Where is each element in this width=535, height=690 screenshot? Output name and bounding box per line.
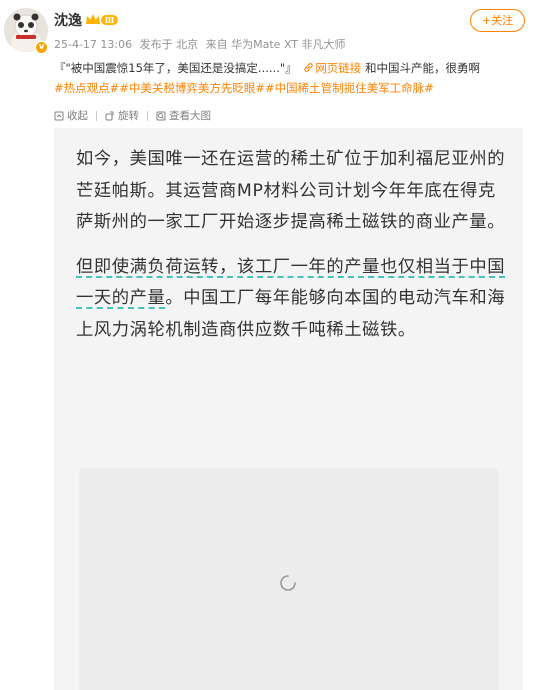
post-text-line1: 『"被中国震惊15年了，美国还是没搞定......"』 网页链接 和中国斗产能，… [54,60,480,76]
collapse-button[interactable]: 收起 [54,108,88,123]
username[interactable]: 沈逸 [54,10,82,30]
link-icon [304,63,313,72]
article-paragraph-1: 如今，美国唯一还在运营的稀土矿位于加利福尼亚州的芒廷帕斯。其运营商MP材料公司计… [76,149,506,232]
embedded-media-placeholder [79,468,499,690]
rotate-label[interactable]: 旋转 [118,108,139,123]
view-large-button[interactable]: 查看大图 [156,108,211,123]
vip-level: Ⅲ [105,15,115,25]
rotate-button[interactable]: 旋转 [105,108,139,123]
post-image[interactable]: 如今，美国唯一还在运营的稀土矿位于加利福尼亚州的芒廷帕斯。其运营商MP材料公司计… [54,128,523,690]
collapse-label[interactable]: 收起 [67,108,88,123]
post-location: 发布于 北京 [139,38,199,51]
collapse-icon [54,111,64,120]
post-date[interactable]: 25-4-17 13:06 [54,38,132,51]
post-source: 来自 华为Mate XT 非凡大师 [205,38,346,51]
hashtags[interactable]: #热点观点##中美关税博弈美方先眨眼##中国稀土管制扼住美军工命脉# [54,80,434,96]
toolbar-divider [147,110,148,121]
web-link[interactable]: 网页链接 [300,61,361,75]
article-text: 如今，美国唯一还在运营的稀土矿位于加利福尼亚州的芒廷帕斯。其运营商MP材料公司计… [76,144,506,359]
weibo-post: v 沈逸 Ⅲ +关注 25-4-17 13:06 发布于 北京 来自 华为Mat… [0,0,535,690]
quote-text: 『"被中国震惊15年了，美国还是没搞定......"』 [54,61,297,75]
view-large-label[interactable]: 查看大图 [169,108,211,123]
follow-button[interactable]: +关注 [470,9,525,32]
loading-spinner-icon [280,575,296,591]
rotate-icon [105,111,114,120]
toolbar-divider [96,110,97,121]
web-link-label[interactable]: 网页链接 [315,61,361,75]
vip-crown-icon[interactable]: Ⅲ [85,12,119,28]
post-meta: 25-4-17 13:06 发布于 北京 来自 华为Mate XT 非凡大师 [54,36,350,52]
article-paragraph-2: 但即使满负荷运转，该工厂一年的产量也仅相当于中国一天的产量。中国工厂每年能够向本… [76,252,506,347]
view-large-icon [156,111,166,120]
after-link-text: 和中国斗产能，很勇啊 [364,61,480,75]
verified-icon: v [35,41,48,54]
image-toolbar: 收起 旋转 查看大图 [54,108,211,123]
